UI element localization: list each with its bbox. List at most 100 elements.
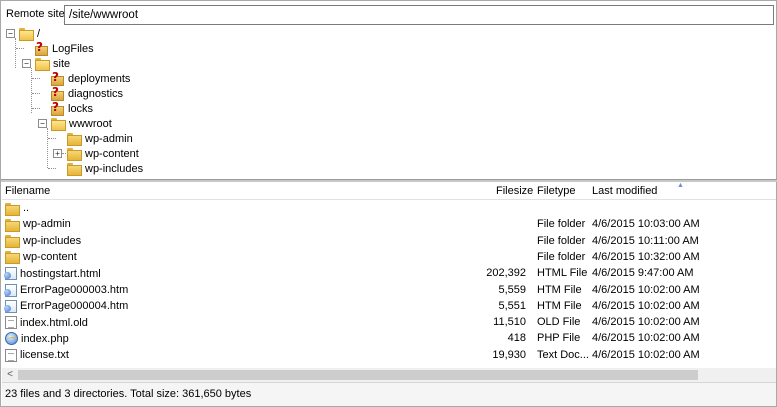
directory-tree: − / ? LogFiles − site ? deployments ? di… <box>2 26 776 179</box>
file-modified-cell: 4/6/2015 9:47:00 AM <box>592 267 694 280</box>
tree-connector <box>48 168 56 169</box>
tree-node-logfiles[interactable]: ? LogFiles <box>35 40 94 56</box>
scrollbar-thumb[interactable] <box>18 370 698 380</box>
html-file-icon <box>4 299 17 313</box>
file-type-cell: File folder <box>537 234 586 247</box>
file-modified-cell: 4/6/2015 10:32:00 AM <box>592 250 700 263</box>
tree-node-label: wp-content <box>85 147 139 160</box>
tree-node-root[interactable]: / <box>19 26 40 41</box>
file-name-cell: license.txt <box>5 348 69 362</box>
file-name: license.txt <box>20 349 69 362</box>
file-name: index.php <box>21 332 69 345</box>
file-name-cell: ErrorPage000003.htm <box>4 283 129 297</box>
folder-icon <box>67 148 82 161</box>
column-header-filename[interactable]: Filename <box>5 185 50 197</box>
file-type-cell: HTML File <box>537 267 588 280</box>
tree-node-label: deployments <box>68 72 131 85</box>
file-list-row[interactable]: ErrorPage000003.htm 5,559 HTM File 4/6/2015… <box>2 283 776 299</box>
file-name-cell: wp-admin <box>5 218 71 232</box>
file-list-header: Filename Filesize Filetype Last modified… <box>2 182 776 200</box>
remote-site-bar: Remote site: /site/wwwroot <box>2 2 776 26</box>
tree-node-wp-content[interactable]: wp-content <box>67 146 139 161</box>
unknown-folder-icon: ? <box>51 70 64 86</box>
unknown-folder-icon: ? <box>51 85 64 101</box>
file-name-cell: wp-includes <box>5 234 82 249</box>
column-header-filetype[interactable]: Filetype <box>537 185 576 197</box>
file-list-row[interactable]: ErrorPage000004.htm 5,551 HTM File 4/6/2015… <box>2 299 776 315</box>
file-list-row[interactable]: wp-admin File folder 4/6/2015 10:03:00 AM <box>2 217 776 233</box>
folder-icon <box>67 133 82 146</box>
folder-icon <box>5 251 20 265</box>
tree-node-label: diagnostics <box>68 87 124 100</box>
php-file-icon <box>5 332 18 346</box>
collapse-toggle-icon[interactable]: − <box>22 59 31 68</box>
file-modified-cell: 4/6/2015 10:11:00 AM <box>592 234 699 247</box>
file-icon <box>5 316 17 330</box>
file-type-cell: File folder <box>537 250 586 263</box>
column-header-last-modified[interactable]: Last modified <box>592 185 657 197</box>
html-file-icon <box>4 267 17 281</box>
status-text: 23 files and 3 directories. Total size: … <box>5 388 252 400</box>
file-list-row[interactable]: license.txt 19,930 Text Doc... 4/6/2015 10:… <box>2 348 776 364</box>
file-list-row[interactable]: .. <box>2 201 776 217</box>
file-name: wp-includes <box>23 234 82 247</box>
remote-site-panel: Remote site: /site/wwwroot − / ? LogFile… <box>0 0 777 407</box>
tree-node-wp-includes[interactable]: wp-includes <box>67 161 143 176</box>
file-modified-cell: 4/6/2015 10:02:00 AM <box>592 299 700 312</box>
tree-node-site[interactable]: site <box>35 56 70 71</box>
file-list-row[interactable]: wp-includes File folder 4/6/2015 10:11:00 … <box>2 234 776 250</box>
html-file-icon <box>4 283 17 297</box>
folder-open-icon <box>35 58 50 71</box>
folder-icon <box>67 163 82 176</box>
file-name: wp-admin <box>23 218 71 231</box>
file-modified-cell: 4/6/2015 10:02:00 AM <box>592 332 700 345</box>
file-type-cell: HTM File <box>537 299 582 312</box>
file-list-row[interactable]: hostingstart.html 202,392 HTML File 4/6/201… <box>2 266 776 282</box>
collapse-toggle-icon[interactable]: − <box>38 119 47 128</box>
file-type-cell: Text Doc... <box>537 348 589 361</box>
tree-connector <box>32 93 40 94</box>
file-name-cell: wp-content <box>5 251 77 265</box>
collapse-toggle-icon[interactable]: − <box>6 29 15 38</box>
file-type-cell: File folder <box>537 218 586 231</box>
sort-ascending-icon: ▲ <box>677 182 684 189</box>
folder-open-icon <box>19 28 34 41</box>
tree-node-label: / <box>37 27 41 40</box>
file-list-row[interactable]: index.php 418 PHP File 4/6/2015 10:02:00 AM <box>2 331 776 347</box>
file-name-cell: hostingstart.html <box>4 267 101 281</box>
file-list: Filename Filesize Filetype Last modified… <box>2 182 776 368</box>
tree-connector <box>47 128 48 168</box>
tree-node-diagnostics[interactable]: ? diagnostics <box>51 85 124 101</box>
tree-connector <box>32 108 40 109</box>
unknown-folder-icon: ? <box>51 100 64 116</box>
tree-node-label: LogFiles <box>52 42 94 55</box>
file-list-row[interactable]: index.html.old 11,510 OLD File 4/6/2015 10:… <box>2 315 776 331</box>
file-icon <box>5 348 17 362</box>
scroll-left-arrow-icon[interactable]: < <box>4 368 16 382</box>
tree-connector <box>32 78 40 79</box>
file-size-cell: 5,551 <box>498 299 526 312</box>
tree-connector <box>31 68 32 113</box>
tree-connector <box>15 38 16 68</box>
file-name-cell: ErrorPage000004.htm <box>4 299 128 313</box>
tree-node-locks[interactable]: ? locks <box>51 100 93 116</box>
tree-node-deployments[interactable]: ? deployments <box>51 70 131 86</box>
file-name-cell: index.html.old <box>5 316 88 330</box>
tree-node-wwwroot[interactable]: wwwroot <box>51 116 112 131</box>
tree-node-label: wp-includes <box>85 162 144 175</box>
file-type-cell: OLD File <box>537 316 581 329</box>
remote-path-input[interactable]: /site/wwwroot <box>64 5 774 25</box>
file-name: ErrorPage000003.htm <box>20 284 129 296</box>
file-name: index.html.old <box>20 316 88 329</box>
remote-site-label: Remote site: <box>6 8 68 20</box>
file-list-row[interactable]: wp-content File folder 4/6/2015 10:32:00 A… <box>2 250 776 266</box>
status-bar: 23 files and 3 directories. Total size: … <box>2 382 776 406</box>
folder-icon <box>5 235 20 249</box>
column-header-filesize[interactable]: Filesize <box>496 185 533 197</box>
tree-node-wp-admin[interactable]: wp-admin <box>67 131 133 146</box>
expand-toggle-icon[interactable]: + <box>53 149 62 158</box>
file-size-cell: 418 <box>507 332 526 345</box>
file-type-cell: HTM File <box>537 283 582 296</box>
tree-node-label: wwwroot <box>69 117 112 130</box>
horizontal-scrollbar[interactable]: < <box>2 368 776 382</box>
